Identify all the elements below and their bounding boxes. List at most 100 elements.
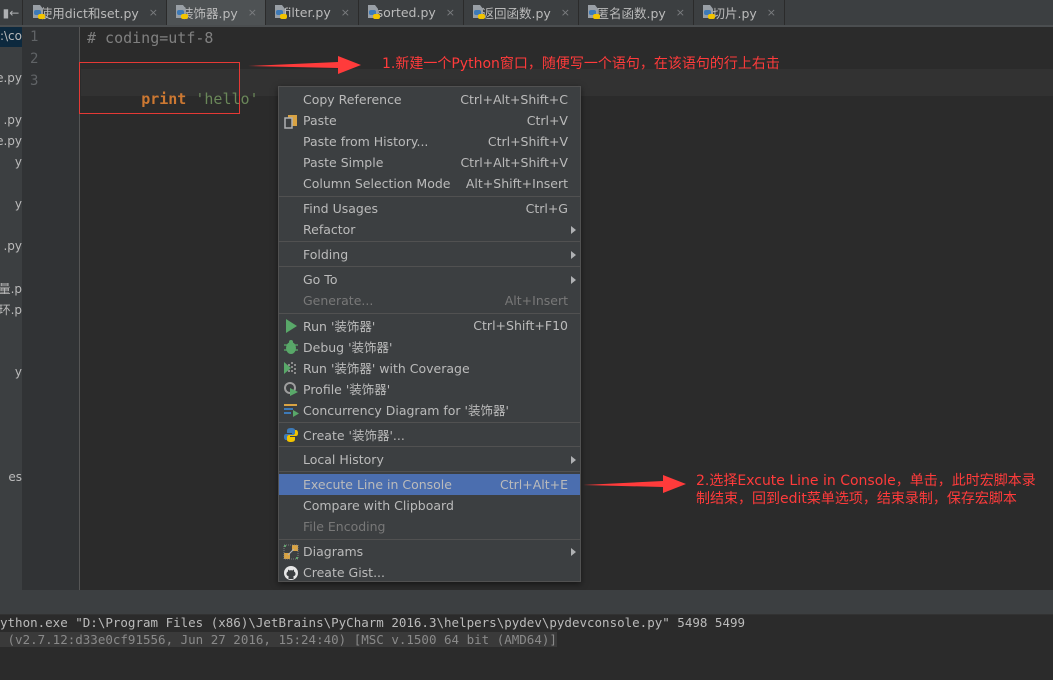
concurrency-icon xyxy=(284,404,299,417)
tab-label: 匿名函数.py xyxy=(596,6,666,21)
submenu-arrow-icon xyxy=(571,455,576,464)
project-item[interactable]: 环.p xyxy=(0,301,22,318)
tab-return-function[interactable]: 返回函数.py × xyxy=(464,0,579,25)
menu-item-create-gist[interactable]: Create Gist... xyxy=(279,562,580,583)
github-icon xyxy=(284,566,298,580)
python-file-icon xyxy=(702,5,715,20)
editor-tab-bar: ▮← 使用dict和set.py × 装饰器.py × filter.py × … xyxy=(0,0,1053,27)
menu-item-generate: Generate... Alt+Insert xyxy=(303,293,568,308)
line-number-gutter: 1 2 3 xyxy=(22,27,80,590)
tab-label: 返回函数.py xyxy=(481,6,551,21)
annotation-arrow-2 xyxy=(583,475,686,493)
menu-separator xyxy=(279,539,580,540)
menu-separator xyxy=(279,266,580,267)
python-file-icon xyxy=(32,5,45,20)
project-item[interactable]: y xyxy=(15,197,22,211)
python-file-icon xyxy=(587,5,600,20)
project-item[interactable]: 量.p xyxy=(0,280,22,297)
editor-context-menu: Copy Reference Ctrl+Alt+Shift+C Paste Ct… xyxy=(278,86,581,582)
project-item[interactable]: :\co xyxy=(0,29,22,43)
console-line: ython.exe "D:\Program Files (x86)\JetBra… xyxy=(0,615,746,630)
line-number: 3 xyxy=(30,73,39,89)
menu-item-folding[interactable]: Folding xyxy=(279,244,580,265)
menu-separator xyxy=(279,313,580,314)
paste-icon xyxy=(284,115,297,129)
tab-label: 装饰器.py xyxy=(180,6,238,21)
menu-item-run[interactable]: Run '装饰器' Ctrl+Shift+F10 xyxy=(279,315,580,336)
project-item[interactable]: y xyxy=(15,155,22,169)
profile-icon xyxy=(284,382,298,396)
tab-decorator[interactable]: 装饰器.py × xyxy=(167,0,266,25)
menu-separator xyxy=(279,471,580,472)
menu-item-profile[interactable]: Profile '装饰器' xyxy=(279,378,580,399)
menu-item-paste[interactable]: Paste Ctrl+V xyxy=(279,110,580,131)
menu-item-diagrams[interactable]: Diagrams xyxy=(279,541,580,562)
console-line: (v2.7.12:d33e0cf91556, Jun 27 2016, 15:2… xyxy=(0,632,557,647)
python-console[interactable]: ython.exe "D:\Program Files (x86)\JetBra… xyxy=(0,615,1053,680)
project-item[interactable]: e.py xyxy=(0,134,22,148)
annotation-step-1: 1.新建一个Python窗口，随便写一个语句，在该语句的行上右击 xyxy=(382,56,780,72)
submenu-arrow-icon xyxy=(571,225,576,234)
close-icon[interactable]: × xyxy=(767,6,776,19)
tab-slice[interactable]: 切片.py × xyxy=(694,0,785,25)
project-tree: :\co e.py .py e.py y y .py 量.p 环.p y es xyxy=(0,27,22,590)
menu-item-find-usages[interactable]: Find Usages Ctrl+G xyxy=(279,198,580,219)
project-item[interactable]: y xyxy=(15,365,22,379)
project-item[interactable]: e.py xyxy=(0,71,22,85)
python-icon xyxy=(284,428,298,442)
collapse-left-icon[interactable]: ▮← xyxy=(0,0,23,25)
close-icon[interactable]: × xyxy=(149,6,158,19)
python-file-icon xyxy=(367,5,380,20)
console-toolbar xyxy=(0,590,1053,615)
code-line-1: # coding=utf-8 xyxy=(87,29,214,47)
python-file-icon xyxy=(274,5,287,20)
menu-item-local-history[interactable]: Local History xyxy=(279,449,580,470)
tab-label: filter.py xyxy=(283,5,331,20)
pycharm-window: ▮← 使用dict和set.py × 装饰器.py × filter.py × … xyxy=(0,0,1053,680)
menu-item-column-selection-mode[interactable]: Column Selection Mode Alt+Shift+Insert xyxy=(279,173,580,194)
menu-item-run-with-coverage[interactable]: Run '装饰器' with Coverage xyxy=(279,357,580,378)
submenu-arrow-icon xyxy=(571,250,576,259)
annotation-step-2: 2.选择Excute Line in Console，单击，此时宏脚本录制结束，… xyxy=(696,473,1036,507)
menu-item-execute-line-in-console[interactable]: Execute Line in Console Ctrl+Alt+E xyxy=(279,474,580,495)
menu-item-refactor[interactable]: Refactor xyxy=(279,219,580,240)
line-number: 2 xyxy=(30,51,39,67)
close-icon[interactable]: × xyxy=(248,6,257,19)
close-icon[interactable]: × xyxy=(341,6,350,19)
menu-item-compare-with-clipboard[interactable]: Compare with Clipboard xyxy=(279,495,580,516)
menu-item-paste-from-history[interactable]: Paste from History... Ctrl+Shift+V xyxy=(279,131,580,152)
menu-item-create-configuration[interactable]: Create '装饰器'... xyxy=(279,424,580,445)
diagrams-icon xyxy=(283,544,299,560)
tab-sorted[interactable]: sorted.py × xyxy=(359,0,464,25)
line-number: 1 xyxy=(30,29,39,45)
python-file-icon xyxy=(175,5,188,20)
project-item[interactable]: .py xyxy=(3,239,22,253)
coverage-icon xyxy=(284,362,296,374)
debug-icon xyxy=(284,340,298,354)
menu-separator xyxy=(279,241,580,242)
tab-filter[interactable]: filter.py × xyxy=(266,0,359,25)
close-icon[interactable]: × xyxy=(676,6,685,19)
run-icon xyxy=(286,319,297,333)
submenu-arrow-icon xyxy=(571,547,576,556)
annotation-arrow-1 xyxy=(248,56,361,74)
close-icon[interactable]: × xyxy=(446,6,455,19)
project-item[interactable]: es xyxy=(8,470,22,484)
tab-dict-set[interactable]: 使用dict和set.py × xyxy=(24,0,167,25)
menu-item-debug[interactable]: Debug '装饰器' xyxy=(279,336,580,357)
menu-item-file-encoding: File Encoding xyxy=(303,519,386,534)
submenu-arrow-icon xyxy=(571,275,576,284)
python-file-icon xyxy=(472,5,485,20)
tab-anonymous-function[interactable]: 匿名函数.py × xyxy=(579,0,694,25)
menu-item-concurrency-diagram[interactable]: Concurrency Diagram for '装饰器' xyxy=(279,399,580,420)
menu-item-paste-simple[interactable]: Paste Simple Ctrl+Alt+Shift+V xyxy=(279,152,580,173)
close-icon[interactable]: × xyxy=(561,6,570,19)
tab-label: sorted.py xyxy=(376,5,436,20)
highlight-box xyxy=(79,62,240,114)
tab-label: 切片.py xyxy=(712,6,757,21)
menu-separator xyxy=(279,196,580,197)
project-item[interactable]: .py xyxy=(3,113,22,127)
menu-item-go-to[interactable]: Go To xyxy=(279,269,580,290)
menu-item-copy-reference[interactable]: Copy Reference Ctrl+Alt+Shift+C xyxy=(279,89,580,110)
menu-separator xyxy=(279,446,580,447)
